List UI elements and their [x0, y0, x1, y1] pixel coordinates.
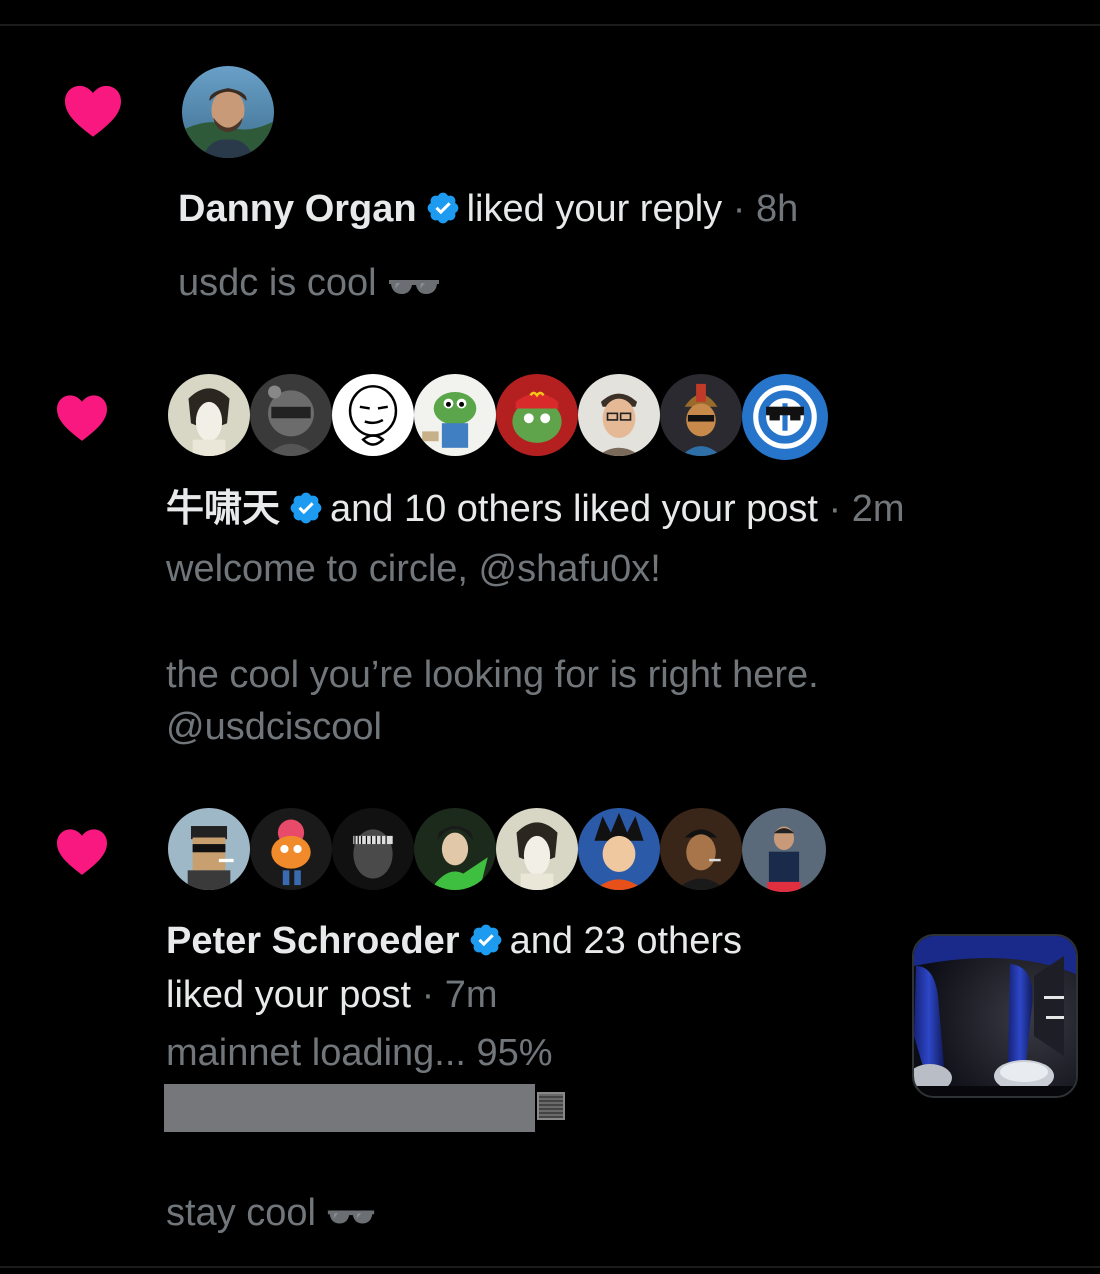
avatar[interactable] — [578, 374, 660, 456]
avatar[interactable] — [742, 374, 828, 460]
divider — [0, 24, 1100, 26]
sunglasses-icon — [326, 1192, 376, 1238]
post-text-line: mainnet loading... 95% — [166, 1032, 553, 1074]
avatar[interactable] — [660, 808, 742, 890]
notification-headline: 牛啸天 and 10 others liked your post · 2m — [166, 486, 905, 537]
verified-badge-icon — [468, 922, 504, 969]
timestamp: 2m — [851, 488, 905, 530]
heart-icon — [62, 82, 124, 138]
progress-bar-fill — [164, 1084, 535, 1132]
notification-headline: Danny Organ liked your reply · 8h — [178, 186, 798, 237]
post-text: stay cool — [166, 1192, 316, 1234]
user-name[interactable]: Peter Schroeder — [166, 920, 460, 962]
separator: · — [722, 188, 756, 230]
notification-headline: Peter Schroeder and 23 others — [166, 918, 742, 969]
avatar[interactable] — [182, 66, 274, 158]
avatar[interactable] — [496, 808, 578, 890]
action-text: and 10 others liked your post — [330, 488, 818, 530]
avatar[interactable] — [250, 374, 332, 456]
timestamp: 7m — [444, 974, 498, 1016]
post-text: usdc is cool — [178, 262, 377, 304]
heart-icon — [54, 826, 110, 876]
action-text: liked your reply — [466, 188, 723, 230]
heart-icon — [54, 392, 110, 442]
verified-badge-icon — [425, 190, 461, 237]
avatar[interactable] — [660, 374, 742, 456]
sunglasses-icon — [387, 262, 441, 308]
post-thumbnail-image[interactable] — [912, 934, 1078, 1098]
avatar[interactable] — [332, 808, 414, 890]
action-text: liked your post — [166, 974, 412, 1016]
avatar[interactable] — [742, 808, 826, 892]
avatar[interactable] — [332, 374, 414, 456]
post-text-line: the cool you’re looking for is right her… — [166, 654, 819, 696]
notifications-page: Danny Organ liked your reply · 8h usdc is… — [0, 0, 1100, 1274]
avatar[interactable] — [414, 374, 496, 456]
avatar[interactable] — [168, 374, 250, 456]
timestamp: 8h — [755, 188, 799, 230]
user-name[interactable]: 牛啸天 — [166, 488, 280, 530]
post-text-block: stay cool — [166, 1190, 376, 1238]
divider — [0, 1266, 1100, 1268]
post-mention-link[interactable]: @usdciscool — [166, 704, 382, 750]
progress-bar-remaining — [537, 1092, 565, 1120]
user-name[interactable]: Danny Organ — [178, 188, 417, 230]
separator: · — [411, 974, 445, 1016]
avatar[interactable] — [414, 808, 496, 890]
avatar[interactable] — [168, 808, 250, 890]
notification-headline-cont: liked your post · 7m — [166, 972, 498, 1018]
avatar[interactable] — [250, 808, 332, 890]
separator: · — [818, 488, 852, 530]
verified-badge-icon — [288, 490, 324, 537]
avatar[interactable] — [578, 808, 660, 890]
avatar[interactable] — [496, 374, 578, 456]
post-text-line: welcome to circle, @shafu0x! — [166, 548, 661, 590]
post-preview: usdc is cool — [178, 260, 441, 308]
action-text: and 23 others — [509, 920, 742, 962]
